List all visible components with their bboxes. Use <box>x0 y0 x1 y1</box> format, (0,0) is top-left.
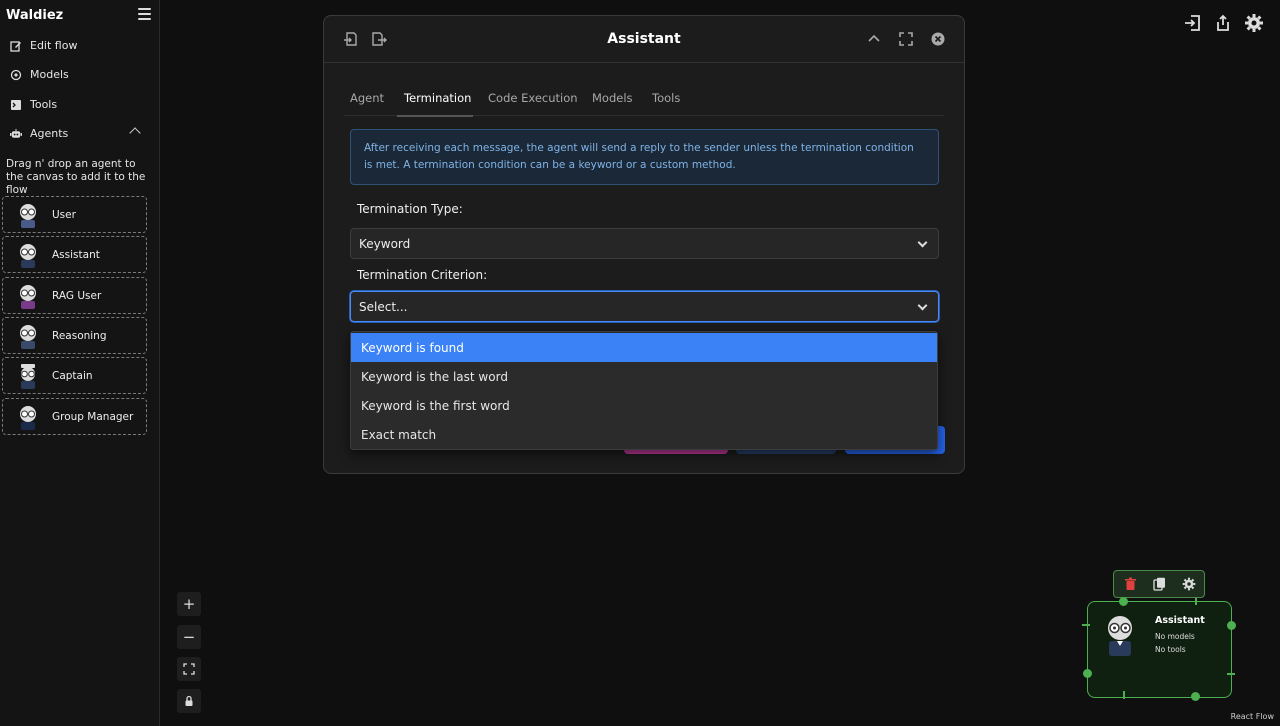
agent-avatar-icon <box>20 243 36 268</box>
chevron-up-icon[interactable] <box>866 31 882 47</box>
agent-card-label: Group Manager <box>52 410 134 423</box>
criterion-option-keyword-found[interactable]: Keyword is found <box>351 333 937 362</box>
node-handle-left[interactable] <box>1083 669 1092 678</box>
tab-code-execution[interactable]: Code Execution <box>488 91 578 105</box>
plus-icon: + <box>182 595 196 613</box>
node-tools-text: No tools <box>1155 645 1186 654</box>
tab-termination[interactable]: Termination <box>404 91 471 105</box>
node-handle-right[interactable] <box>1227 621 1236 630</box>
drag-hint-text: Drag n' drop an agent to the canvas to a… <box>6 158 146 196</box>
active-tab-indicator <box>397 115 473 117</box>
menu-toggle-icon[interactable] <box>138 8 151 20</box>
criterion-option-exact-match[interactable]: Exact match <box>351 420 937 449</box>
termination-criterion-placeholder: Select... <box>359 299 408 314</box>
agent-card-rag-user[interactable]: RAG User <box>2 277 147 314</box>
lock-button[interactable] <box>177 689 201 713</box>
agent-avatar-icon <box>20 284 36 309</box>
fit-view-icon <box>183 663 195 675</box>
agent-avatar-icon <box>20 324 36 349</box>
termination-type-value: Keyword <box>359 236 411 251</box>
agent-card-label: Assistant <box>52 248 100 261</box>
sidebar-item-label: Edit flow <box>30 39 78 52</box>
sidebar-item-label: Agents <box>30 127 69 140</box>
react-flow-attribution[interactable]: React Flow <box>1231 712 1274 721</box>
sidebar-item-edit-flow[interactable]: Edit flow <box>10 39 77 52</box>
sidebar-item-tools[interactable]: Tools <box>10 98 57 111</box>
agent-card-assistant[interactable]: Assistant <box>2 236 147 273</box>
criterion-option-first-word[interactable]: Keyword is the first word <box>351 391 937 420</box>
chevron-down-icon <box>917 237 928 248</box>
tab-tools[interactable]: Tools <box>652 91 680 105</box>
agent-card-label: Reasoning <box>52 329 107 342</box>
app-brand: Waldiez <box>6 8 64 23</box>
termination-type-label: Termination Type: <box>357 202 463 216</box>
chevron-up-icon[interactable] <box>129 127 141 139</box>
close-icon[interactable] <box>930 31 946 47</box>
robot-icon <box>10 128 22 140</box>
fullscreen-icon[interactable] <box>898 31 914 47</box>
zoom-in-button[interactable]: + <box>177 592 201 616</box>
agent-node-assistant[interactable]: Assistant No models No tools <box>1082 597 1236 701</box>
node-handle-bottom[interactable] <box>1191 692 1200 701</box>
sidebar-item-models[interactable]: Models <box>10 68 69 81</box>
criterion-dropdown-menu: Keyword is found Keyword is the last wor… <box>350 331 938 450</box>
delete-icon[interactable] <box>1124 577 1137 591</box>
share-icon[interactable] <box>1213 13 1233 33</box>
minus-icon: − <box>182 628 196 646</box>
node-title: Assistant <box>1155 615 1205 626</box>
sidebar-item-agents[interactable]: Agents <box>10 127 68 140</box>
agent-avatar-icon <box>1108 616 1132 656</box>
sidebar-item-label: Tools <box>30 98 58 111</box>
copy-icon[interactable] <box>1153 577 1166 591</box>
agent-card-captain[interactable]: Captain <box>2 357 147 394</box>
models-icon <box>10 69 22 81</box>
agent-card-user[interactable]: User <box>2 196 147 233</box>
termination-criterion-label: Termination Criterion: <box>357 268 488 282</box>
tab-agent[interactable]: Agent <box>350 91 384 105</box>
gear-icon[interactable] <box>1182 577 1196 591</box>
node-handle-top[interactable] <box>1119 597 1128 606</box>
agent-avatar-icon <box>20 405 36 430</box>
node-models-text: No models <box>1155 632 1195 641</box>
agent-card-label: User <box>52 208 76 221</box>
agent-card-label: RAG User <box>52 289 102 302</box>
criterion-option-last-word[interactable]: Keyword is the last word <box>351 362 937 391</box>
termination-type-select[interactable]: Keyword <box>350 228 939 259</box>
zoom-out-button[interactable]: − <box>177 625 201 649</box>
agent-card-reasoning[interactable]: Reasoning <box>2 317 147 354</box>
lock-icon <box>185 695 193 706</box>
node-handle-bar[interactable] <box>1195 598 1197 605</box>
node-handle-bar[interactable] <box>1123 691 1125 699</box>
agent-card-label: Captain <box>52 369 93 382</box>
import-icon[interactable] <box>1183 13 1203 33</box>
edit-icon <box>10 40 22 52</box>
modal-header: Assistant <box>324 16 964 63</box>
sidebar: Waldiez Edit flow Models Tools Agents Dr… <box>0 0 160 726</box>
node-toolbar <box>1113 570 1205 598</box>
modal-tabs: Agent Termination Code Execution Models … <box>344 86 944 117</box>
node-handle-bar[interactable] <box>1227 673 1235 675</box>
fit-view-button[interactable] <box>177 657 201 681</box>
node-handle-bar[interactable] <box>1082 624 1090 626</box>
termination-criterion-select[interactable]: Select... <box>350 291 939 322</box>
agent-card-group-manager[interactable]: Group Manager <box>2 398 147 435</box>
sidebar-item-label: Models <box>30 68 69 81</box>
tab-models[interactable]: Models <box>592 91 633 105</box>
settings-gear-icon[interactable] <box>1244 13 1264 33</box>
tools-icon <box>10 99 22 111</box>
agent-avatar-icon <box>21 363 35 389</box>
termination-info-box: After receiving each message, the agent … <box>350 129 939 185</box>
agent-avatar-icon <box>20 203 36 228</box>
chevron-down-icon <box>917 300 928 311</box>
